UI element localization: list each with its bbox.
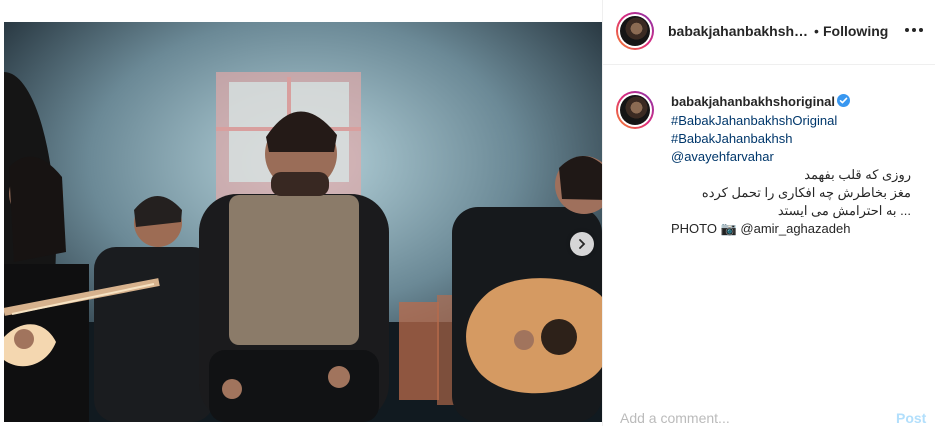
ellipsis-dot — [919, 28, 923, 32]
profile-avatar[interactable] — [616, 12, 654, 50]
avatar-photo — [620, 16, 650, 46]
caption-username[interactable]: babakjahanbakhshoriginal — [671, 94, 835, 109]
caption-area: babakjahanbakhshoriginal #BabakJahanbakh… — [603, 88, 935, 268]
caption-text-line: روزی که قلب بفهمد — [804, 167, 911, 182]
caption-avatar[interactable] — [616, 91, 654, 129]
post-header: babakjahanbakhshoriginal • Following — [603, 0, 935, 65]
dot-separator: • — [814, 23, 819, 39]
photo-credit-line[interactable]: PHOTO 📷 @amir_aghazadeh — [671, 220, 850, 238]
post-photo[interactable] — [4, 22, 602, 422]
following-button[interactable]: Following — [823, 23, 888, 39]
ellipsis-icon — [905, 28, 909, 32]
mention-link[interactable]: @avayehfarvahar — [671, 148, 774, 166]
avatar-inner — [618, 14, 652, 48]
chevron-right-icon — [579, 239, 586, 249]
more-options-button[interactable] — [905, 24, 923, 36]
hashtag-link[interactable]: #BabakJahanbakhsh — [671, 130, 792, 148]
concert-photo-illustration — [4, 22, 602, 422]
post-sidebar: babakjahanbakhshoriginal • Following bab… — [602, 0, 935, 426]
hashtag-link[interactable]: #BabakJahanbakhshOriginal — [671, 112, 837, 130]
check-icon — [839, 97, 848, 104]
caption-text-line: ... به احترامش می ایستد — [777, 203, 911, 218]
verified-badge-icon — [837, 94, 850, 107]
caption-text-line: مغز بخاطرش چه افکاری را تحمل کرده — [701, 185, 911, 200]
avatar-inner — [618, 93, 652, 127]
ellipsis-dot — [912, 28, 916, 32]
post-comment-button[interactable]: Post — [896, 410, 926, 426]
carousel-next-button[interactable] — [570, 232, 594, 256]
post-frame: babakjahanbakhshoriginal • Following bab… — [0, 0, 935, 426]
header-username[interactable]: babakjahanbakhshoriginal — [668, 23, 813, 39]
avatar-photo — [620, 95, 650, 125]
comment-input[interactable]: Add a comment... — [620, 410, 730, 426]
